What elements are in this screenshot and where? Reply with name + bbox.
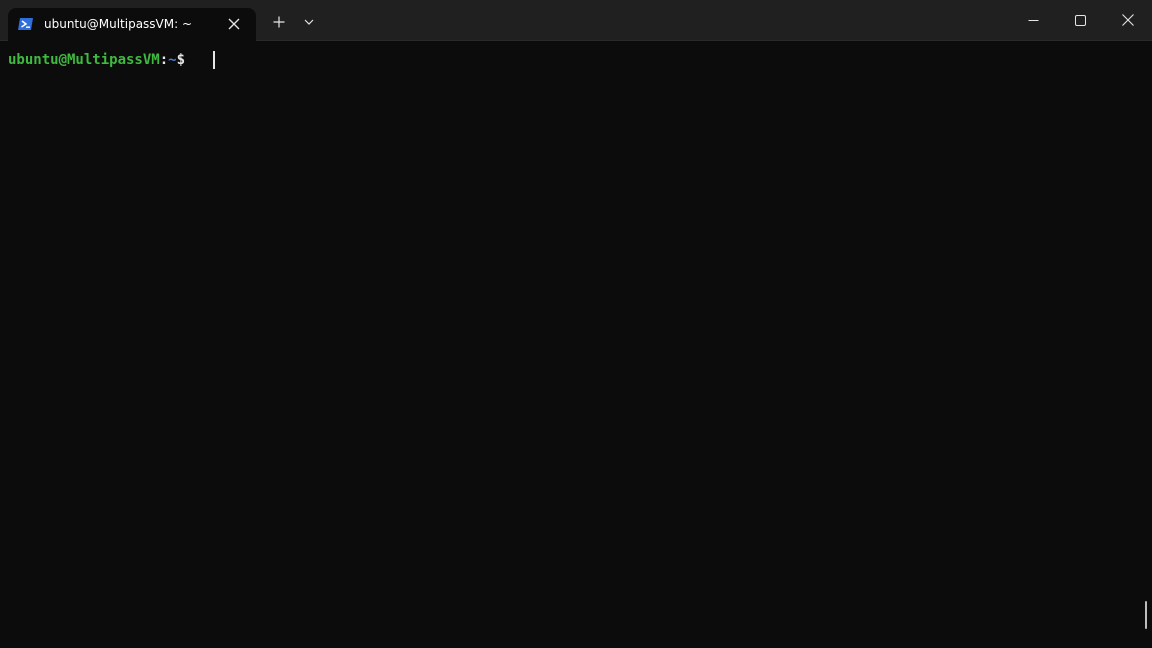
prompt-user-host: ubuntu@MultipassVM xyxy=(8,52,160,68)
title-bar[interactable]: ubuntu@MultipassVM: ~ xyxy=(0,0,1152,41)
maximize-icon[interactable] xyxy=(1057,0,1103,40)
close-icon[interactable] xyxy=(224,14,244,34)
prompt-symbol: $ xyxy=(176,52,194,68)
chevron-down-icon[interactable] xyxy=(299,12,319,32)
text-cursor xyxy=(213,51,215,69)
terminal-window: ubuntu@MultipassVM: ~ ubuntu@MultipassVM… xyxy=(0,0,1152,648)
prompt-separator: : xyxy=(159,52,169,68)
terminal-output[interactable]: ubuntu@MultipassVM:~$ xyxy=(0,41,1152,648)
scrollbar-thumb[interactable] xyxy=(1145,601,1147,629)
tab-title: ubuntu@MultipassVM: ~ xyxy=(44,17,193,31)
plus-icon[interactable] xyxy=(269,12,289,32)
prompt-line: ubuntu@MultipassVM:~$ xyxy=(8,51,193,69)
minimize-icon[interactable] xyxy=(1010,0,1056,40)
prompt-path: ~ xyxy=(168,52,177,68)
tab-ubuntu-multipassvm[interactable]: ubuntu@MultipassVM: ~ xyxy=(8,8,256,41)
powershell-icon xyxy=(18,16,34,32)
close-icon[interactable] xyxy=(1105,0,1151,40)
